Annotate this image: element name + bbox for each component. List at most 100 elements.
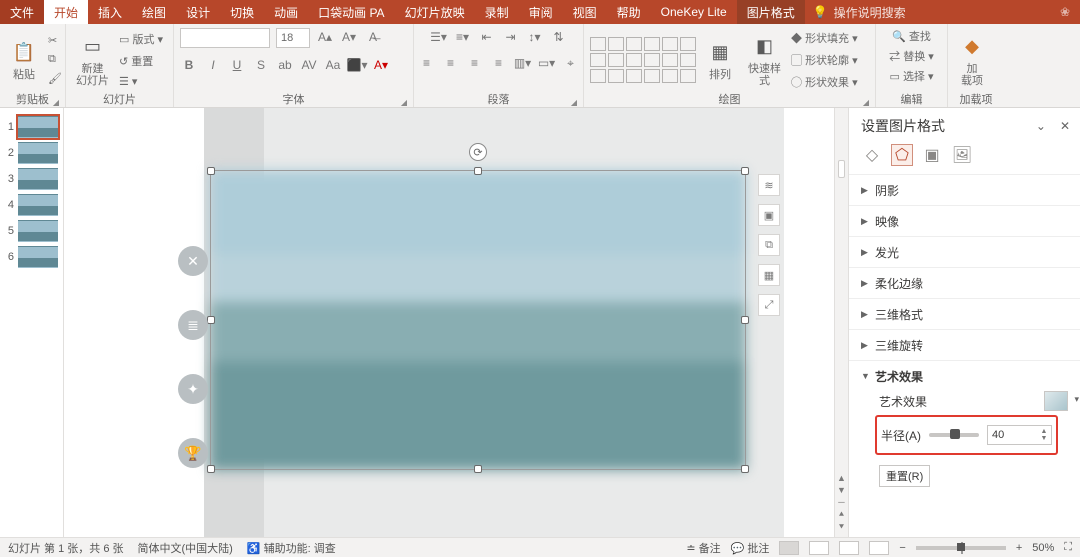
section-3d-rotation[interactable]: ▶三维旋转	[861, 334, 1068, 356]
pane-tab-fill-icon[interactable]: ◇	[861, 144, 883, 166]
thumb-4[interactable]: 4	[0, 192, 63, 218]
tab-design[interactable]: 设计	[176, 0, 220, 24]
reset-button[interactable]: 重置(R)	[879, 465, 930, 487]
pane-dropdown-icon[interactable]: ⌄	[1036, 119, 1046, 133]
canvas-scrollbar[interactable]: ▲ ▼ ─ ⯅ ⯆	[834, 108, 848, 537]
zoom-in-icon[interactable]: +	[1016, 542, 1022, 554]
reset-button[interactable]: ↺ 重置	[119, 53, 163, 69]
tab-insert[interactable]: 插入	[88, 0, 132, 24]
shape-outline-button[interactable]: ▢ 形状轮廓 ▾	[791, 52, 858, 68]
radius-input[interactable]: 40 ▲▼	[987, 425, 1052, 445]
scroll-down-icon[interactable]: ▼	[837, 485, 846, 495]
font-family-select[interactable]	[180, 28, 270, 48]
section-soft-edges[interactable]: ▶柔化边缘	[861, 272, 1068, 294]
crop-icon[interactable]: ▣	[758, 204, 780, 226]
pane-tab-effects-icon[interactable]: ⬠	[891, 144, 913, 166]
handle-tl[interactable]	[207, 167, 215, 175]
view-sorter-button[interactable]	[809, 541, 829, 555]
decrease-font-icon[interactable]: A▾	[340, 28, 358, 46]
format-painter-icon[interactable]: 🖌	[48, 72, 62, 85]
line-spacing-button[interactable]: ↕▾	[526, 28, 544, 46]
handle-tc[interactable]	[474, 167, 482, 175]
section-artistic-effects[interactable]: ▼艺术效果	[861, 365, 1068, 387]
clear-format-icon[interactable]: A̶	[364, 28, 382, 46]
quick-styles-button[interactable]: ◧ 快速样 式	[744, 31, 785, 89]
prev-slide-icon[interactable]: ⯅	[838, 509, 845, 520]
tab-help[interactable]: 帮助	[607, 0, 651, 24]
highlight-button[interactable]: ⬛▾	[348, 56, 366, 74]
layout-button[interactable]: ▭ 版式 ▾	[119, 31, 163, 47]
tools-icon[interactable]: ✕	[178, 246, 208, 276]
tab-home[interactable]: 开始	[44, 0, 88, 24]
group-icon[interactable]: ▦	[758, 264, 780, 286]
indent-dec-button[interactable]: ⇤	[478, 28, 496, 46]
new-slide-button[interactable]: ▭ 新建 幻灯片	[72, 31, 113, 89]
section-reflection[interactable]: ▶映像	[861, 210, 1068, 232]
scroll-up-icon[interactable]: ▲	[837, 473, 846, 483]
thumb-5[interactable]: 5	[0, 218, 63, 244]
spin-down-icon[interactable]: ▼	[1039, 435, 1049, 442]
addins-button[interactable]: ◆ 加 载项	[954, 31, 990, 89]
expand-icon[interactable]: ⤢	[758, 294, 780, 316]
handle-br[interactable]	[741, 465, 749, 473]
case-button[interactable]: Aa	[324, 56, 342, 74]
shadow-button[interactable]: ab	[276, 56, 294, 74]
rotate-handle-icon[interactable]: ⟳	[469, 143, 487, 161]
handle-bl[interactable]	[207, 465, 215, 473]
handle-bc[interactable]	[474, 465, 482, 473]
font-size-select[interactable]: 18	[276, 28, 310, 48]
align-menu-button[interactable]: ▭▾	[538, 54, 556, 72]
italic-button[interactable]: I	[204, 56, 222, 74]
pane-tab-size-icon[interactable]: ▣	[921, 144, 943, 166]
shapes-gallery[interactable]	[590, 37, 696, 83]
view-normal-button[interactable]	[779, 541, 799, 555]
copy-icon-2[interactable]: ⧉	[758, 234, 780, 256]
status-notes[interactable]: ≐ 备注	[686, 540, 720, 556]
underline-button[interactable]: U	[228, 56, 246, 74]
bold-button[interactable]: B	[180, 56, 198, 74]
shape-fill-button[interactable]: ◆ 形状填充 ▾	[791, 30, 858, 46]
align-center-button[interactable]: ≡	[442, 54, 460, 72]
handle-mr[interactable]	[741, 316, 749, 324]
thumb-3[interactable]: 3	[0, 166, 63, 192]
puzzle-icon[interactable]: ✦	[178, 374, 208, 404]
fit-window-icon[interactable]: ⛶	[1064, 541, 1072, 554]
section-shadow[interactable]: ▶阴影	[861, 179, 1068, 201]
view-reading-button[interactable]	[839, 541, 859, 555]
copy-icon[interactable]: ⧉	[48, 53, 62, 66]
layers-icon[interactable]: ≣	[178, 310, 208, 340]
tab-record[interactable]: 录制	[475, 0, 519, 24]
select-button[interactable]: ▭ 选择 ▾	[889, 68, 933, 84]
find-button[interactable]: 🔍 查找	[892, 28, 931, 44]
numbering-button[interactable]: ≡▾	[454, 28, 472, 46]
tab-transition[interactable]: 切换	[220, 0, 264, 24]
spin-up-icon[interactable]: ▲	[1039, 428, 1049, 435]
tab-animation[interactable]: 动画	[264, 0, 308, 24]
spacing-button[interactable]: AV	[300, 56, 318, 74]
tab-draw[interactable]: 绘图	[132, 0, 176, 24]
tab-picture-format[interactable]: 图片格式	[737, 0, 805, 24]
font-color-button[interactable]: A▾	[372, 56, 390, 74]
align-left-button[interactable]: ≡	[418, 54, 436, 72]
trophy-icon[interactable]: 🏆	[178, 438, 208, 468]
status-language[interactable]: 简体中文(中国大陆)	[138, 540, 233, 556]
justify-button[interactable]: ≡	[490, 54, 508, 72]
font-launcher-icon[interactable]: ◢	[401, 98, 407, 107]
thumb-6[interactable]: 6	[0, 244, 63, 270]
columns-button[interactable]: ▥▾	[514, 54, 532, 72]
radius-slider[interactable]	[929, 433, 979, 437]
text-direction-button[interactable]: ⇅	[550, 28, 568, 46]
strike-button[interactable]: S	[252, 56, 270, 74]
increase-font-icon[interactable]: A▴	[316, 28, 334, 46]
cut-icon[interactable]: ✂	[48, 34, 62, 47]
pane-tab-picture-icon[interactable]: 🖼	[951, 144, 973, 166]
drawing-launcher-icon[interactable]: ◢	[863, 98, 869, 107]
artistic-presets-dropdown[interactable]	[1044, 391, 1068, 411]
zoom-slider[interactable]	[916, 546, 1006, 550]
status-comments[interactable]: 💬 批注	[731, 540, 770, 556]
align-right-button[interactable]: ≡	[466, 54, 484, 72]
layout-options-icon[interactable]: ≋	[758, 174, 780, 196]
tab-pocket-anim[interactable]: 口袋动画 PA	[308, 0, 394, 24]
section-glow[interactable]: ▶发光	[861, 241, 1068, 263]
arrange-button[interactable]: ▦ 排列	[702, 37, 738, 83]
